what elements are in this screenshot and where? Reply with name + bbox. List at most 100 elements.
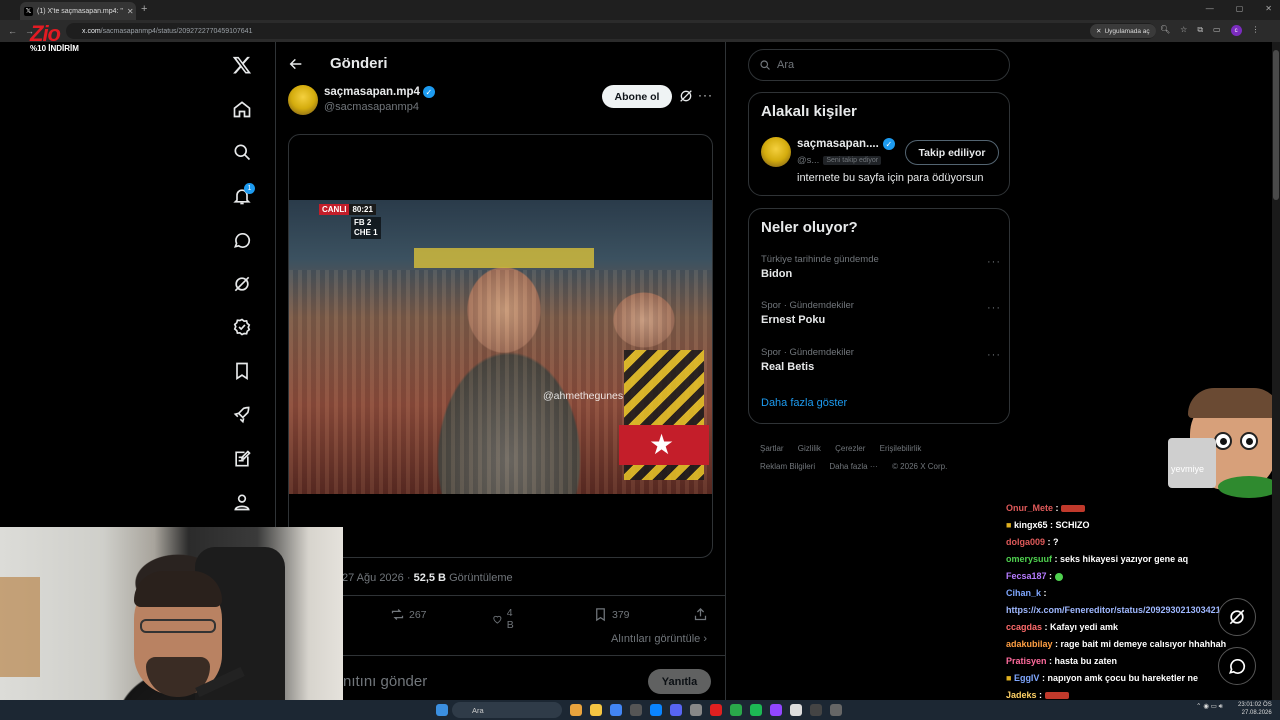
grok-fab-icon[interactable] bbox=[1218, 598, 1256, 636]
twitch-icon[interactable] bbox=[770, 704, 782, 716]
discord-icon[interactable] bbox=[670, 704, 682, 716]
chat-username[interactable]: Fecsa187 bbox=[1006, 571, 1047, 581]
app-icon[interactable] bbox=[830, 704, 842, 716]
trend-item[interactable]: Spor · Gündemdekiler Real Betis ··· bbox=[761, 347, 1001, 381]
taskbar-search[interactable]: Ara bbox=[452, 702, 562, 718]
bookmark-button[interactable]: 379 bbox=[593, 607, 630, 622]
chat-username[interactable]: Cihan_k bbox=[1006, 588, 1041, 598]
subscribe-button[interactable]: Abone ol bbox=[602, 85, 672, 108]
back-nav-icon[interactable]: ← bbox=[8, 26, 17, 36]
zoom-icon[interactable]: 🔍︎ bbox=[1160, 25, 1170, 36]
taskbar-clock[interactable]: 23:01:02 ÖS 27.08.2026 bbox=[1238, 701, 1272, 717]
grok-explain-icon[interactable] bbox=[678, 88, 694, 104]
back-arrow-icon[interactable] bbox=[288, 56, 304, 72]
author-handle[interactable]: @sacmasapanmp4 bbox=[324, 101, 419, 113]
trend-name: Ernest Poku bbox=[761, 314, 826, 326]
profile-icon[interactable] bbox=[222, 487, 262, 517]
related-handle[interactable]: @s... bbox=[797, 155, 819, 166]
messages-icon[interactable] bbox=[222, 225, 262, 255]
trend-more-icon[interactable]: ··· bbox=[987, 349, 1001, 361]
trends-title: Neler oluyor? bbox=[761, 219, 858, 236]
chat-username[interactable]: dolga009 bbox=[1006, 537, 1045, 547]
footer-link[interactable]: Çerezler bbox=[835, 444, 865, 453]
open-in-app-chip[interactable]: ✕ Uygulamada aç bbox=[1090, 24, 1156, 38]
chat-username[interactable]: ccagdas bbox=[1006, 622, 1042, 632]
more-options-icon[interactable]: ··· bbox=[698, 88, 713, 102]
scrollbar-thumb[interactable] bbox=[1273, 50, 1279, 200]
footer-link[interactable]: Gizlilik bbox=[798, 444, 821, 453]
author-name-row[interactable]: saçmasapan.mp4 ✓ bbox=[324, 86, 435, 98]
related-avatar[interactable] bbox=[761, 137, 791, 167]
close-window-icon[interactable]: ✕ bbox=[1265, 4, 1272, 13]
jobs-rocket-icon[interactable] bbox=[222, 400, 262, 430]
app-icon[interactable] bbox=[730, 704, 742, 716]
browser-tab[interactable]: 𝕏 (1) X'te saçmasapan.mp4: " ✕ bbox=[20, 2, 136, 20]
author-avatar[interactable] bbox=[288, 85, 318, 115]
search-input[interactable]: Ara bbox=[748, 49, 1010, 81]
reply-input[interactable]: nıtını gönder bbox=[343, 673, 427, 690]
tab-close-icon[interactable]: ✕ bbox=[127, 7, 134, 16]
trend-more-icon[interactable]: ··· bbox=[987, 302, 1001, 314]
file-explorer-icon[interactable] bbox=[590, 704, 602, 716]
trend-more-icon[interactable]: ··· bbox=[987, 256, 1001, 268]
chat-username[interactable]: Onur_Mete bbox=[1006, 503, 1053, 513]
system-tray[interactable]: ⌃ ◉ ▭ 🔊︎ bbox=[1196, 702, 1223, 711]
page-scrollbar[interactable] bbox=[1272, 42, 1280, 700]
x-logo-icon[interactable] bbox=[222, 50, 262, 80]
url-field[interactable]: x.com/sacmasapanmp4/status/2092722770459… bbox=[66, 23, 1156, 39]
messages-fab-icon[interactable] bbox=[1218, 647, 1256, 685]
chat-username[interactable]: Pratisyen bbox=[1006, 656, 1047, 666]
repost-button[interactable]: 267 bbox=[390, 607, 427, 622]
video-player[interactable]: ★ CANLI 80:21 FB 2 CHE 1 @ahmethegunes bbox=[289, 200, 712, 494]
chat-username[interactable]: omerysuuf bbox=[1006, 554, 1052, 564]
chat-username[interactable]: EggIV bbox=[1014, 673, 1040, 683]
cast-icon[interactable]: ▭ bbox=[1213, 25, 1221, 36]
app-icon[interactable] bbox=[810, 704, 822, 716]
app-icon[interactable] bbox=[630, 704, 642, 716]
post-date[interactable]: 27 Ağu 2026 bbox=[342, 572, 404, 584]
new-tab-button[interactable]: + bbox=[141, 3, 147, 15]
footer-link[interactable]: Reklam Bilgileri bbox=[760, 462, 815, 471]
profile-avatar[interactable]: c bbox=[1230, 25, 1242, 36]
chat-separator: : bbox=[1046, 571, 1055, 581]
following-button[interactable]: Takip ediliyor bbox=[905, 140, 999, 165]
chat-username[interactable]: kingx65 bbox=[1014, 520, 1048, 530]
app-icon[interactable] bbox=[570, 704, 582, 716]
footer-link[interactable]: Daha fazla ··· bbox=[829, 462, 877, 471]
footer-link[interactable]: Şartlar bbox=[760, 444, 784, 453]
trend-item[interactable]: Türkiye tarihinde gündemde Bidon ··· bbox=[761, 254, 1001, 288]
app-icon[interactable] bbox=[790, 704, 802, 716]
share-button[interactable] bbox=[693, 607, 708, 622]
show-more-link[interactable]: Daha fazla göster bbox=[761, 397, 847, 409]
chat-username[interactable]: adakubilay bbox=[1006, 639, 1053, 649]
app-icon[interactable] bbox=[690, 704, 702, 716]
maximize-icon[interactable]: ▢ bbox=[1236, 4, 1244, 13]
reply-button[interactable]: Yanıtla bbox=[648, 669, 711, 694]
bookmark-star-icon[interactable]: ☆ bbox=[1180, 25, 1187, 36]
windows-start-icon[interactable] bbox=[436, 704, 448, 716]
spotify-icon[interactable] bbox=[750, 704, 762, 716]
bookmarks-icon[interactable] bbox=[222, 356, 262, 386]
chat-username[interactable]: Jadeks bbox=[1006, 690, 1037, 700]
grok-icon[interactable] bbox=[222, 269, 262, 299]
trend-item[interactable]: Spor · Gündemdekiler Ernest Poku ··· bbox=[761, 300, 1001, 334]
view-quotes-link[interactable]: Alıntıları görüntüle › bbox=[611, 633, 707, 645]
like-button[interactable]: 4 B bbox=[492, 607, 518, 631]
notifications-bell-icon[interactable]: 1 bbox=[222, 181, 262, 211]
app-icon[interactable] bbox=[710, 704, 722, 716]
verified-orgs-icon[interactable] bbox=[222, 312, 262, 342]
search-icon[interactable] bbox=[222, 137, 262, 167]
chrome-icon[interactable] bbox=[610, 704, 622, 716]
footer-link[interactable]: Erişilebilirlik bbox=[880, 444, 922, 453]
home-icon[interactable] bbox=[222, 94, 262, 124]
extensions-icon[interactable]: ⧉ bbox=[1197, 25, 1203, 36]
compose-notes-icon[interactable] bbox=[222, 444, 262, 474]
minimize-icon[interactable]: — bbox=[1206, 4, 1214, 13]
related-name-row[interactable]: saçmasapan.... ✓ bbox=[797, 138, 895, 150]
chat-link[interactable]: https://x.com/Fenereditor/status/2092930… bbox=[1006, 605, 1241, 615]
page-title: Gönderi bbox=[330, 55, 388, 72]
menu-kebab-icon[interactable]: ⋮ bbox=[1252, 25, 1260, 36]
chat-message: omerysuuf : seks hikayesi yazıyor gene a… bbox=[1006, 551, 1280, 568]
clock-time: 23:01:02 ÖS bbox=[1238, 702, 1272, 708]
edge-icon[interactable] bbox=[650, 704, 662, 716]
